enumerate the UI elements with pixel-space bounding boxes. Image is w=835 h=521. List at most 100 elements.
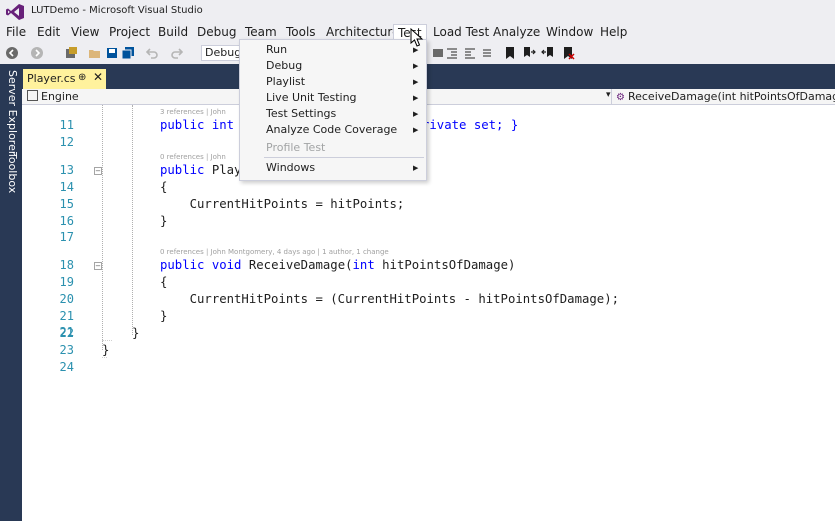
navbar-divider [611,89,612,104]
line-number: 22 [59,326,74,340]
previous-bookmark-icon[interactable] [541,46,555,60]
new-project-icon[interactable] [64,46,78,60]
line-number: 14 [59,180,74,194]
menu-item-run[interactable]: Run ▶ [241,42,425,58]
menu-edit[interactable]: Edit [33,24,64,43]
submenu-arrow-icon: ▶ [413,126,419,134]
indent-guide [102,105,103,350]
code-line: } [160,214,168,228]
uncomment-icon[interactable] [481,46,495,60]
indent-icon[interactable] [445,46,459,60]
line-number: 11 [59,118,74,132]
redo-icon[interactable] [170,46,184,60]
menu-separator [264,157,424,158]
code-line: } [160,309,168,323]
member-dropdown[interactable]: ⚙ ReceiveDamage(int hitPointsOfDamage) [616,90,835,104]
clear-bookmarks-icon[interactable] [561,46,575,60]
back-icon[interactable] [5,46,19,60]
side-tool-window-bar: Server Explorer Toolbox [0,64,22,521]
keyword: void [211,258,242,272]
code-line: rivate set; } [422,118,518,132]
submenu-arrow-icon: ▶ [413,78,419,86]
codelens-references[interactable]: 0 references | John [160,153,226,161]
code-line: } [102,343,110,357]
menu-analyze[interactable]: Analyze [489,24,544,43]
menu-view[interactable]: View [67,24,103,43]
line-number: 24 [59,360,74,374]
keyword: public [160,163,212,177]
menu-item-windows[interactable]: Windows ▶ [241,160,425,176]
menu-item-playlist[interactable]: Playlist ▶ [241,74,425,90]
toolbar-tool-icon[interactable] [431,46,445,60]
submenu-arrow-icon: ▶ [413,62,419,70]
type-dropdown[interactable]: Engine [27,90,79,104]
menu-file[interactable]: File [2,24,30,43]
next-bookmark-icon[interactable] [522,46,536,60]
close-icon[interactable]: ✕ [93,70,103,84]
code-line: { [160,180,168,194]
menu-item-label: Profile Test [266,141,326,154]
line-number: 23 [59,343,74,357]
outdent-icon[interactable] [463,46,477,60]
indent-guide [102,357,107,358]
forward-icon[interactable] [30,46,44,60]
menu-project[interactable]: Project [105,24,154,43]
code-line: public Play [160,163,241,177]
keyword: public [160,258,212,272]
save-icon[interactable] [105,46,119,60]
line-number: 13 [59,163,74,177]
tab-player-cs[interactable]: Player.cs ⊕ ✕ [23,69,106,89]
menu-item-label: Run [266,43,288,56]
tab-label: Player.cs [27,72,76,85]
code-line: CurrentHitPoints = (CurrentHitPoints - h… [160,292,620,306]
test-menu-dropdown: Run ▶ Debug ▶ Playlist ▶ Live Unit Testing ▶… [239,39,427,181]
codelens-references[interactable]: 0 references | John Montgomery, 4 days a… [160,248,389,256]
code-line: { [160,275,168,289]
codelens-references[interactable]: 3 references | John [160,108,226,116]
menu-load-test[interactable]: Load Test [429,24,493,43]
window-title: LUTDemo - Microsoft Visual Studio [31,5,203,16]
menu-item-analyze-code-coverage[interactable]: Analyze Code Coverage ▶ [241,122,425,138]
chevron-down-icon[interactable]: ▾ [606,90,611,100]
undo-icon[interactable] [145,46,159,60]
menu-debug[interactable]: Debug [193,24,240,43]
line-number: 19 [59,275,74,289]
menu-item-debug[interactable]: Debug ▶ [241,58,425,74]
menu-item-label: Debug [266,59,303,72]
open-file-icon[interactable] [88,46,102,60]
submenu-arrow-icon: ▶ [413,94,419,102]
line-number: 21 [59,309,74,323]
type-dropdown-label: Engine [41,90,79,103]
title-bar: LUTDemo - Microsoft Visual Studio [0,0,835,24]
sidebar-tab-toolbox[interactable]: Toolbox [3,152,19,193]
code-line: public int [160,118,234,132]
collapse-icon[interactable]: − [94,167,102,175]
menu-build[interactable]: Build [154,24,192,43]
menu-item-label: Test Settings [266,107,337,120]
menu-item-label: Live Unit Testing [266,91,357,104]
save-all-icon[interactable] [121,46,135,60]
menu-item-live-unit-testing[interactable]: Live Unit Testing ▶ [241,90,425,106]
menu-help[interactable]: Help [596,24,631,43]
menu-item-label: Playlist [266,75,306,88]
member-dropdown-label: ReceiveDamage(int hitPointsOfDamage) [627,90,835,103]
mouse-cursor-icon [410,28,424,47]
solution-configuration-combo[interactable]: Debug [201,45,243,61]
line-number: 12 [59,135,74,149]
sidebar-tab-server-explorer[interactable]: Server Explorer [3,70,19,155]
navigation-bar: Engine ▾ ⚙ ReceiveDamage(int hitPointsOfD… [22,89,835,105]
code-fragment: hitPointsOfDamage) [374,258,516,272]
pin-icon[interactable]: ⊕ [78,72,86,83]
menu-window[interactable]: Window [542,24,597,43]
code-editor[interactable]: 11 12 13 14 15 16 17 18 19 20 21 21 22 2… [22,105,835,521]
indent-guide [132,105,133,335]
menu-item-label: Windows [266,161,316,174]
bookmark-icon[interactable] [503,46,517,60]
code-line: CurrentHitPoints = hitPoints; [160,197,405,211]
code-line: public void ReceiveDamage(int hitPointsO… [160,258,515,272]
collapse-icon[interactable]: − [94,262,102,270]
indent-guide [102,340,112,341]
method-icon: ⚙ [616,92,625,103]
keyword: int [211,118,235,132]
menu-item-test-settings[interactable]: Test Settings ▶ [241,106,425,122]
